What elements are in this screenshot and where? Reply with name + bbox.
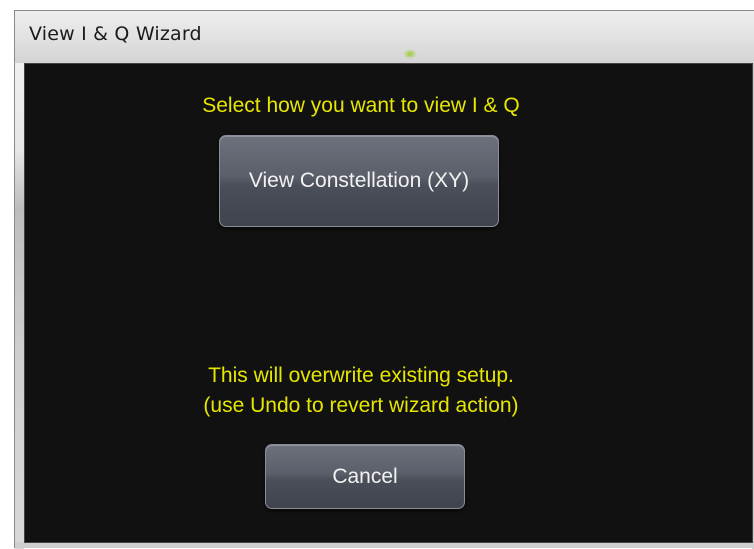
cancel-button-label: Cancel (332, 464, 398, 488)
wizard-window: View I & Q Wizard Select how you want to… (14, 10, 754, 549)
window-title: View I & Q Wizard (29, 23, 202, 45)
warning-line-1: This will overwrite existing setup. (208, 364, 514, 387)
window-frame-left (15, 63, 24, 549)
warning-line-2: (use Undo to revert wizard action) (203, 394, 519, 417)
view-constellation-button-label: View Constellation (XY) (248, 169, 470, 192)
view-constellation-button[interactable]: View Constellation (XY) (219, 135, 499, 227)
dialog-content: Select how you want to view I & Q View C… (24, 63, 753, 543)
overwrite-warning: This will overwrite existing setup. (use… (25, 361, 697, 421)
cancel-button[interactable]: Cancel (265, 444, 465, 509)
titlebar-glow (403, 49, 417, 59)
instruction-text: Select how you want to view I & Q (202, 94, 520, 117)
title-bar[interactable]: View I & Q Wizard (15, 11, 754, 63)
